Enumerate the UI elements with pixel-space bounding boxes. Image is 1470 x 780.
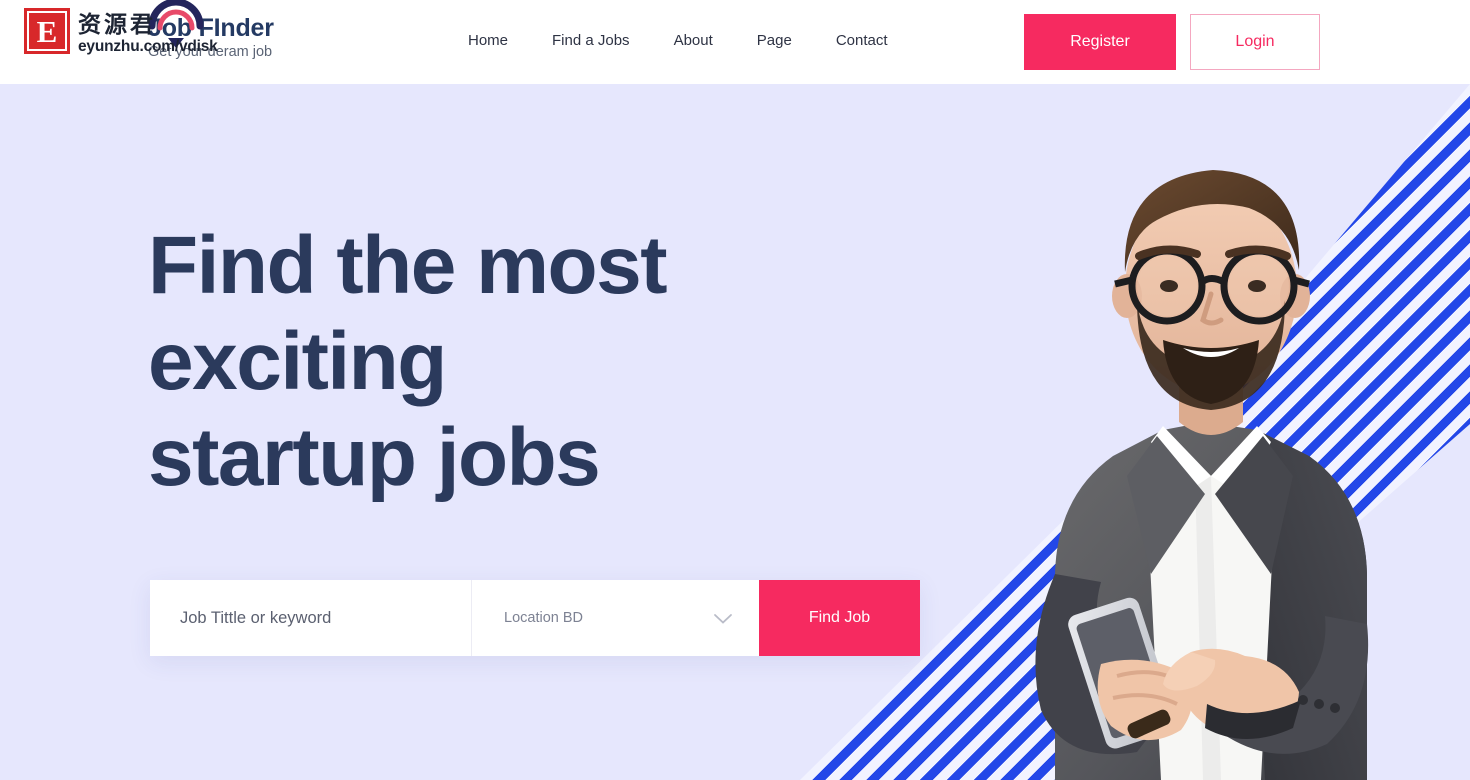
chevron-down-icon bbox=[713, 612, 733, 624]
nav-item-contact[interactable]: Contact bbox=[836, 32, 888, 49]
site-header: Job FInder Get your deram job Home Find … bbox=[0, 0, 1470, 84]
main-navigation: Home Find a Jobs About Page Contact bbox=[468, 32, 888, 49]
nav-item-find-a-jobs[interactable]: Find a Jobs bbox=[552, 32, 630, 49]
hero-person-photo bbox=[905, 104, 1465, 780]
hero-headline-line-2: exciting bbox=[148, 316, 447, 407]
location-select[interactable]: Location BD bbox=[472, 580, 759, 656]
hero-headline-line-1: Find the most bbox=[148, 220, 668, 311]
find-job-button[interactable]: Find Job bbox=[759, 580, 920, 656]
nav-item-page[interactable]: Page bbox=[757, 32, 792, 49]
search-input[interactable] bbox=[180, 608, 471, 628]
auth-actions: Register Login bbox=[1024, 14, 1320, 70]
hero-headline: Find the most exciting startup jobs bbox=[148, 218, 788, 506]
nav-item-home[interactable]: Home bbox=[468, 32, 508, 49]
hero-section: Find the most exciting startup jobs Loca… bbox=[0, 84, 1470, 780]
job-search-bar: Location BD Find Job bbox=[150, 580, 920, 656]
login-button[interactable]: Login bbox=[1190, 14, 1320, 70]
location-select-value: Location BD bbox=[504, 610, 583, 626]
landing-page: Find the most exciting startup jobs Loca… bbox=[0, 0, 1470, 780]
circular-arc-logo-icon bbox=[146, 0, 206, 48]
hero-headline-line-3: startup jobs bbox=[148, 412, 601, 503]
nav-item-about[interactable]: About bbox=[674, 32, 713, 49]
keyword-field-wrapper[interactable] bbox=[150, 580, 472, 656]
register-button[interactable]: Register bbox=[1024, 14, 1176, 70]
